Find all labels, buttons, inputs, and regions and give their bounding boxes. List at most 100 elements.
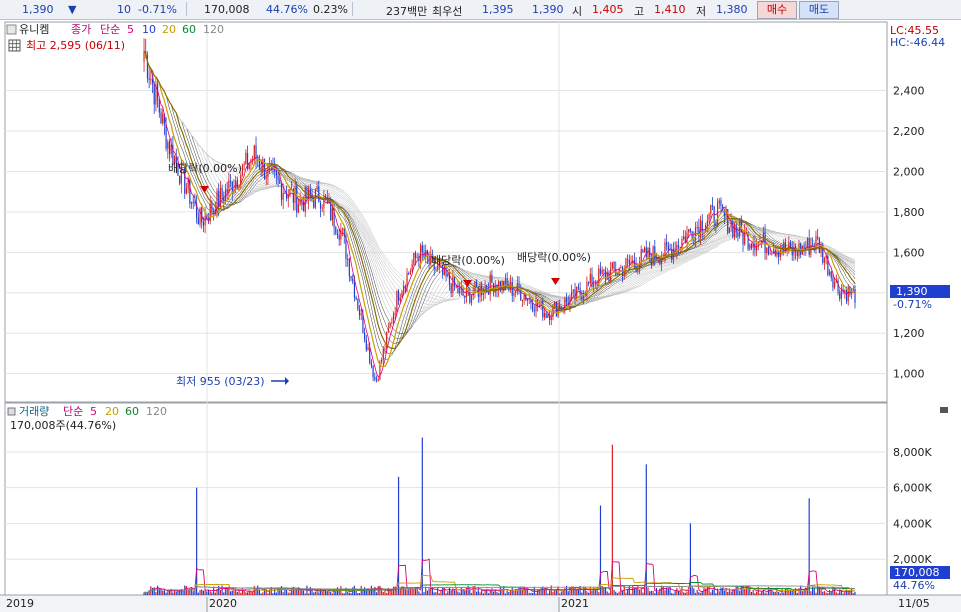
volume-bar	[666, 588, 668, 595]
candle-body	[555, 301, 557, 317]
stock-chart[interactable]: 1,0001,2001,4001,6001,8002,0002,2002,400…	[0, 20, 961, 612]
buy-button[interactable]: 매수	[757, 1, 797, 19]
candle-body	[396, 291, 398, 314]
volume-bar	[586, 591, 588, 595]
volume-bar	[681, 586, 683, 595]
volume-bar	[379, 585, 381, 595]
candle-body	[666, 242, 668, 246]
volume-bar	[791, 590, 793, 595]
candle-body	[640, 249, 642, 263]
volume-bar	[182, 590, 184, 595]
volume-bar	[185, 586, 188, 595]
volume-bar	[436, 587, 439, 595]
volume-bar	[655, 587, 658, 595]
volume-bar	[435, 592, 437, 595]
volume-tick-label: 4,000K	[893, 517, 932, 530]
candle-body	[647, 247, 649, 258]
candle-body	[482, 293, 484, 295]
volume-bar	[302, 590, 305, 595]
candle-body	[713, 206, 715, 223]
candle-body	[601, 270, 603, 275]
candle-body	[409, 271, 412, 274]
volume-bar	[508, 591, 510, 595]
volume-bar	[847, 591, 849, 595]
candle-body	[840, 290, 843, 299]
candle-body	[404, 286, 406, 289]
candle-body	[452, 276, 454, 293]
volume-bar	[783, 592, 785, 595]
volume-bar	[347, 591, 349, 595]
volume-bar	[318, 592, 320, 595]
candle-body	[749, 244, 751, 250]
candle-body	[689, 229, 692, 232]
candle-body	[394, 313, 396, 315]
volume-bar	[699, 592, 702, 595]
candle-body	[628, 260, 630, 264]
volume-bar	[732, 590, 734, 595]
volume-bar	[380, 590, 383, 595]
candle-body	[491, 274, 493, 283]
legend-ma10: 10	[142, 23, 156, 36]
candle-body	[358, 309, 361, 316]
volume-bar	[450, 590, 452, 595]
volume-settings-icon[interactable]	[7, 407, 16, 416]
grid-toggle-icon[interactable]	[8, 39, 21, 52]
candle-body	[447, 273, 449, 277]
candle-body	[676, 244, 678, 255]
candle-body	[494, 285, 496, 293]
volume-bar	[813, 587, 815, 595]
candle-body	[453, 276, 456, 287]
volume-bar	[257, 585, 259, 595]
candle-body	[845, 290, 848, 302]
candle-body	[280, 183, 283, 200]
low-label: 저	[696, 5, 707, 18]
candle-body	[143, 51, 145, 62]
candle-body	[620, 267, 622, 269]
volume-legend-ma5: 5	[90, 405, 97, 418]
volume-bar	[252, 592, 254, 595]
candle-body	[392, 314, 395, 323]
volume-title: 거래량	[19, 405, 49, 418]
volume-bar	[173, 590, 176, 595]
candle-body	[769, 253, 771, 255]
volume-bar	[581, 592, 583, 595]
volume-bar	[272, 593, 274, 595]
settings-icon[interactable]	[6, 24, 17, 35]
volume-bar	[604, 587, 607, 595]
candle-body	[513, 293, 515, 296]
price-tick-label: 1,200	[893, 327, 925, 340]
volume-bar	[452, 588, 454, 595]
change-down-icon: ▼	[68, 3, 77, 16]
volume-bar	[683, 592, 685, 595]
candle-body	[737, 232, 739, 236]
candle-body	[744, 232, 746, 245]
candle-body	[372, 365, 374, 378]
volume-bar	[418, 591, 420, 595]
candle-body	[733, 224, 736, 237]
volume-bar	[525, 589, 527, 595]
sell-button[interactable]: 매도	[799, 1, 839, 19]
candle-body	[350, 276, 352, 279]
x-label-2020: 2020	[209, 597, 237, 610]
legend-ma120: 120	[203, 23, 224, 36]
volume-bar	[649, 591, 651, 595]
volume-bar	[464, 590, 466, 595]
candle-body	[243, 163, 245, 166]
volume-bar	[202, 590, 205, 595]
legend-ma60: 60	[182, 23, 196, 36]
volume-bar	[798, 588, 800, 595]
candle-body	[375, 379, 378, 381]
candle-body	[331, 207, 333, 221]
volume-panel-close-icon[interactable]	[940, 407, 948, 413]
candle-body	[594, 282, 596, 284]
candle-body	[654, 246, 656, 259]
volume-bar	[197, 592, 199, 595]
volume-bar	[513, 590, 515, 595]
volume-legend-ma20: 20	[105, 405, 119, 418]
candle-body	[688, 229, 690, 233]
price-tick-label: 1,600	[893, 246, 925, 259]
candle-body	[515, 292, 517, 294]
volume-bar	[630, 593, 632, 595]
volume-value: 170,008	[204, 3, 250, 16]
volume-bar	[776, 587, 778, 595]
